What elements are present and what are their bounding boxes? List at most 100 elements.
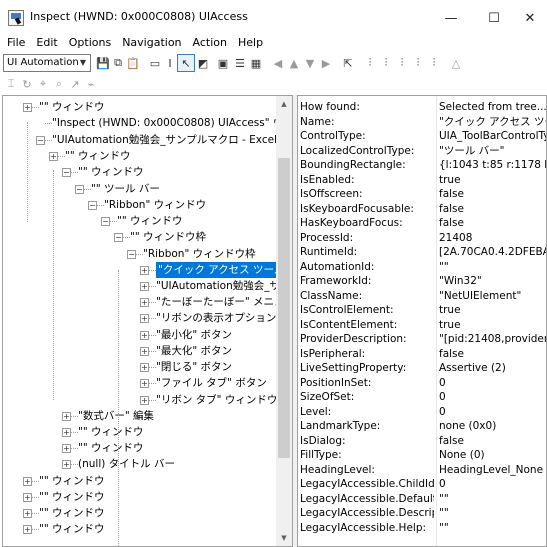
property-row[interactable]: IsDialog: false	[298, 434, 546, 449]
tree-node-label[interactable]: "" ウィンドウ	[39, 489, 105, 505]
tree-node-label[interactable]: "" ウィンドウ	[65, 148, 131, 164]
expand-icon[interactable]: +	[62, 412, 71, 421]
property-row[interactable]: IsOffscreen: false	[298, 187, 546, 202]
tree-first-child-icon[interactable]: ⫶	[378, 55, 394, 71]
tree-scrollbar[interactable]: ▲ ▼	[276, 96, 292, 546]
tree-node-label-selected[interactable]: "クイック アクセス ツール バー" ツール バー	[156, 262, 292, 278]
property-row[interactable]: Level: 0	[298, 405, 546, 420]
table-icon[interactable]: ▦	[248, 55, 264, 71]
tree-node[interactable]: − "" ツール バー	[3, 181, 278, 197]
tree-node[interactable]: − "Ribbon" ウィンドウ枠	[3, 246, 278, 262]
property-row[interactable]: LegacyIAccessible.ChildId: 0	[298, 477, 546, 492]
nav-down-icon[interactable]: ▼	[302, 55, 318, 71]
tree-node-label[interactable]: "" ウィンドウ	[39, 521, 105, 537]
expand-icon[interactable]: +	[140, 314, 149, 323]
expand-icon[interactable]: +	[23, 103, 32, 112]
collapse-icon[interactable]: −	[127, 250, 136, 259]
tree-node[interactable]: + "クイック アクセス ツール バー" ツール バー	[3, 262, 292, 278]
expand-icon[interactable]: +	[140, 282, 149, 291]
property-row[interactable]: IsEnabled: true	[298, 173, 546, 188]
tree-node-label[interactable]: "ファイル タブ" ボタン	[156, 375, 267, 391]
property-row[interactable]: IsKeyboardFocusable: false	[298, 202, 546, 217]
menu-file[interactable]: File	[3, 36, 29, 52]
tree-node-label[interactable]: "Ribbon" ウィンドウ	[104, 197, 206, 213]
tree-prev-icon[interactable]: ⫶	[410, 55, 426, 71]
highlight-icon[interactable]: ⌶	[3, 76, 19, 92]
tree-node-label[interactable]: "" ウィンドウ枠	[130, 229, 206, 245]
collapse-icon[interactable]: −	[101, 217, 110, 226]
tree-node[interactable]: + "最小化" ボタン	[3, 327, 278, 343]
maximize-button[interactable]: ☐	[477, 5, 511, 31]
tree-last-icon[interactable]: ⫶	[426, 55, 442, 71]
tree-node-label[interactable]: "最小化" ボタン	[156, 327, 232, 343]
expand-icon[interactable]: +	[140, 379, 149, 388]
collapse-icon[interactable]: −	[88, 201, 97, 210]
tree-node[interactable]: + "" ウィンドウ	[3, 148, 278, 164]
save-icon[interactable]: 💾	[95, 55, 111, 71]
tree-node[interactable]: − "" ウィンドウ	[3, 164, 278, 180]
window-icon[interactable]: ▣	[215, 55, 231, 71]
tree-node-label[interactable]: "リボン タブ" ウィンドウ枠	[156, 392, 288, 408]
tree-next-icon[interactable]: ⫶	[394, 55, 410, 71]
tree-node[interactable]: + "" ウィンドウ	[3, 473, 278, 489]
paste-icon[interactable]: 📋	[125, 55, 141, 71]
tree-node[interactable]: + "閉じる" ボタン	[3, 359, 278, 375]
tree-node-label[interactable]: "" ウィンドウ	[39, 473, 105, 489]
property-row[interactable]: How found: Selected from tree...	[298, 100, 546, 115]
property-row[interactable]: LegacyIAccessible.DefaultAction: ""	[298, 492, 546, 507]
expand-icon[interactable]: +	[23, 525, 32, 534]
expand-icon[interactable]: +	[23, 493, 32, 502]
property-row[interactable]: FillType: None (0)	[298, 448, 546, 463]
tree-node[interactable]: + "" ウィンドウ	[3, 440, 278, 456]
tree-node[interactable]: − "" ウィンドウ	[3, 213, 278, 229]
scroll-up-icon[interactable]: ▲	[276, 96, 292, 112]
menu-options[interactable]: Options	[65, 36, 115, 52]
property-row[interactable]: ClassName: "NetUIElement"	[298, 289, 546, 304]
tree-node-label[interactable]: "" ウィンドウ	[39, 99, 105, 115]
scroll-down-icon[interactable]: ▼	[276, 530, 292, 546]
watch-cursor-icon[interactable]: ◩	[195, 55, 211, 71]
tree-node-label[interactable]: (null) タイトル バー	[78, 456, 175, 472]
expand-icon[interactable]: +	[140, 363, 149, 372]
tree-node[interactable]: + "UIAutomation勉強会_サンプルマクロ - Excel"	[3, 278, 292, 294]
expand-icon[interactable]: +	[62, 460, 71, 469]
tree-node[interactable]: + "" ウィンドウ	[3, 489, 278, 505]
collapse-icon[interactable]: −	[62, 168, 71, 177]
nav-up-icon[interactable]: ▲	[286, 55, 302, 71]
collapse-icon[interactable]: −	[114, 233, 123, 242]
property-row[interactable]: ControlType: UIA_ToolBarControlTypeId	[298, 129, 546, 144]
menu-help[interactable]: Help	[234, 36, 267, 52]
tree-node-label[interactable]: "" ウィンドウ	[78, 164, 144, 180]
property-row[interactable]: FrameworkId: "Win32"	[298, 274, 546, 289]
tree-node-label[interactable]: "数式バー" 編集	[78, 408, 154, 424]
nav-next-icon[interactable]: ▶	[318, 55, 334, 71]
refresh-icon[interactable]: ↻	[19, 76, 35, 92]
collapse-icon[interactable]: −	[36, 136, 45, 145]
watch-icon[interactable]: ⌁	[83, 76, 99, 92]
tree-node[interactable]: − "Ribbon" ウィンドウ	[3, 197, 278, 213]
expand-icon[interactable]: +	[23, 477, 32, 486]
property-row[interactable]: SizeOfSet: 0	[298, 390, 546, 405]
expand-icon[interactable]: +	[140, 347, 149, 356]
tree-root-icon[interactable]: △	[448, 55, 464, 71]
tree-node-label[interactable]: "" ウィンドウ	[117, 213, 183, 229]
tree-node-label[interactable]: "Ribbon" ウィンドウ枠	[143, 246, 256, 262]
property-row[interactable]: LegacyIAccessible.Description: ""	[298, 506, 546, 521]
expand-icon[interactable]: +	[62, 428, 71, 437]
mode-combo[interactable]: UI Automation ▼	[3, 54, 91, 72]
text-cursor-icon[interactable]: I	[162, 55, 178, 71]
property-row[interactable]: HasKeyboardFocus: false	[298, 216, 546, 231]
tree-node-label[interactable]: "UIAutomation勉強会_サンプルマクロ - Excel"	[156, 278, 292, 294]
tree-node-label[interactable]: "閉じる" ボタン	[156, 359, 232, 375]
tree-parent-icon[interactable]: ⫶	[362, 55, 378, 71]
properties-pane[interactable]: How found: Selected from tree... Name: "クイッ…	[297, 95, 547, 547]
tree-node-label[interactable]: "Inspect (HWND: 0x000C0808) UIAccess" ウィ…	[52, 115, 292, 131]
property-row[interactable]: BoundingRectangle: {l:1043 t:85 r:1178 b:…	[298, 158, 546, 173]
property-row[interactable]: ProcessId: 21408	[298, 231, 546, 246]
property-row[interactable]: IsPeripheral: false	[298, 347, 546, 362]
nav-last-icon[interactable]: ⇱	[340, 55, 356, 71]
tree-node[interactable]: + "たーぼーたーぼー" メニュー アイテム	[3, 294, 292, 310]
element-tree[interactable]: + "" ウィンドウ "Inspect (HWND: 0x000C0808) UIA…	[2, 95, 293, 547]
tree-node-label[interactable]: "" ウィンドウ	[78, 440, 144, 456]
caret-tracking-icon[interactable]: ⌕	[51, 76, 67, 92]
